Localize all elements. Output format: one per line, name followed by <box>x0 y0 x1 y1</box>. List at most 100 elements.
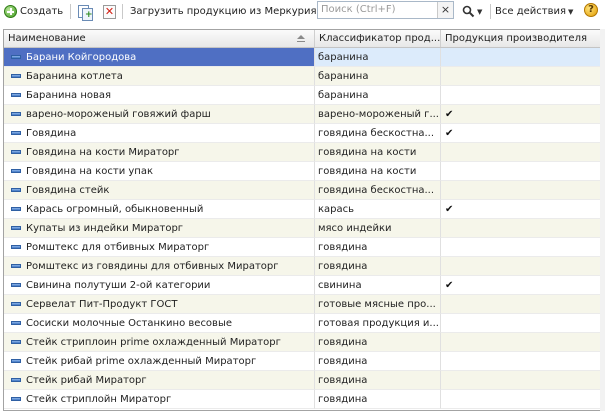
check-icon: ✔ <box>445 128 454 139</box>
cell-manufacturer-product <box>441 390 602 409</box>
row-item-icon <box>11 302 21 306</box>
cell-manufacturer-product <box>441 181 602 200</box>
table-row[interactable]: Стейк рибай prime охлажденный Мираторг го… <box>4 352 602 371</box>
column-header-classifier[interactable]: Классификатор прод... <box>315 30 441 47</box>
cell-name: варено-мороженый говяжий фарш <box>4 105 315 124</box>
find-button[interactable]: ▼ <box>462 2 482 21</box>
table-row[interactable]: Свинина полутуши 2-ой категории свинина ✔ <box>4 276 602 295</box>
create-button[interactable]: Создать <box>4 2 63 21</box>
chevron-down-icon: ▼ <box>477 7 483 16</box>
cell-name: Сосиски молочные Останкино весовые <box>4 314 315 333</box>
table-row[interactable]: Говядина говядина бескостна... ✔ <box>4 124 602 143</box>
table-row[interactable]: Ромштекс для отбивных Мираторг говядина <box>4 238 602 257</box>
cell-classifier: баранина <box>315 86 441 105</box>
products-table: Наименование Классификатор прод... Проду… <box>3 29 603 411</box>
delete-button[interactable]: ✕ <box>103 2 116 21</box>
delete-icon: ✕ <box>103 4 116 19</box>
cell-manufacturer-product <box>441 219 602 238</box>
cell-manufacturer-product <box>441 333 602 352</box>
cell-name: Сервелат Пит-Продукт ГОСТ <box>4 295 315 314</box>
cell-classifier: мясо индейки <box>315 219 441 238</box>
table-row[interactable]: Стейк стриплоин prime охлажденный Мирато… <box>4 333 602 352</box>
cell-name: Карась огромный, обыкновенный <box>4 200 315 219</box>
table-row[interactable]: Карась огромный, обыкновенный карась ✔ <box>4 200 602 219</box>
row-item-icon <box>11 340 21 344</box>
table-row[interactable]: Купаты из индейки Мираторг мясо индейки <box>4 219 602 238</box>
search-input[interactable]: Поиск (Ctrl+F) × <box>317 1 454 19</box>
chevron-down-icon: ▼ <box>568 7 574 16</box>
copy-icon: + <box>77 4 93 21</box>
table-row[interactable]: Баранина новая баранина <box>4 86 602 105</box>
sort-icon <box>297 35 305 42</box>
row-item-icon <box>11 245 21 249</box>
row-item-icon <box>11 112 21 116</box>
cell-classifier: говядина <box>315 352 441 371</box>
cell-name: Баранина новая <box>4 86 315 105</box>
cell-name: Купаты из индейки Мираторг <box>4 219 315 238</box>
cell-classifier: говядина <box>315 257 441 276</box>
cell-classifier: карась <box>315 200 441 219</box>
table-row[interactable]: Говядина на кости упак говядина на кости <box>4 162 602 181</box>
cell-classifier: варено-мороженый г... <box>315 105 441 124</box>
check-icon: ✔ <box>445 204 454 215</box>
search-clear-icon[interactable]: × <box>437 2 453 18</box>
create-icon <box>4 5 17 18</box>
row-item-icon <box>11 378 21 382</box>
cell-name: Говядина <box>4 124 315 143</box>
table-row[interactable]: Стейк рибай Мираторг говядина <box>4 371 602 390</box>
column-header-name[interactable]: Наименование <box>4 30 315 47</box>
help-icon[interactable]: ? <box>584 3 598 17</box>
row-item-icon <box>11 131 21 135</box>
cell-manufacturer-product <box>441 86 602 105</box>
cell-manufacturer-product <box>441 314 602 333</box>
cell-manufacturer-product: ✔ <box>441 124 602 143</box>
table-row[interactable]: Сервелат Пит-Продукт ГОСТ готовые мясные … <box>4 295 602 314</box>
table-header: Наименование Классификатор прод... Проду… <box>4 30 602 48</box>
cell-classifier: говядина <box>315 333 441 352</box>
cell-manufacturer-product <box>441 352 602 371</box>
cell-classifier: баранина <box>315 67 441 86</box>
check-icon: ✔ <box>445 280 454 291</box>
toolbar-separator <box>70 4 71 19</box>
row-item-icon <box>11 169 21 173</box>
cell-name: Ромштекс из говядины для отбивных Мирато… <box>4 257 315 276</box>
cell-name: Говядина на кости Мираторг <box>4 143 315 162</box>
all-actions-label: Все действия <box>495 6 566 17</box>
load-from-mercury-label: Загрузить продукцию из Меркурия <box>130 6 317 17</box>
table-row[interactable]: Ромштекс из говядины для отбивных Мирато… <box>4 257 602 276</box>
column-header-manufacturer-product[interactable]: Продукция производителя <box>441 30 602 47</box>
all-actions-button[interactable]: Все действия ▼ <box>495 2 573 21</box>
cell-manufacturer-product: ✔ <box>441 105 602 124</box>
cell-manufacturer-product <box>441 143 602 162</box>
copy-button[interactable]: + <box>77 2 93 21</box>
toolbar-separator <box>490 4 491 19</box>
table-row[interactable]: Барани Койгородова баранина <box>4 48 602 67</box>
cell-classifier: говядина на кости <box>315 143 441 162</box>
toolbar-separator <box>122 4 123 19</box>
load-from-mercury-button[interactable]: Загрузить продукцию из Меркурия <box>130 2 317 21</box>
table-row[interactable]: Говядина стейк говядина бескостна... <box>4 181 602 200</box>
row-item-icon <box>11 207 21 211</box>
table-row[interactable]: Стейк стриплойн Мираторг говядина <box>4 390 602 409</box>
table-row[interactable]: Баранина котлета баранина <box>4 67 602 86</box>
table-row[interactable]: Говядина на кости Мираторг говядина на ко… <box>4 143 602 162</box>
cell-manufacturer-product <box>441 238 602 257</box>
table-row[interactable]: варено-мороженый говяжий фарш варено-моро… <box>4 105 602 124</box>
cell-name: Говядина стейк <box>4 181 315 200</box>
cell-classifier: говядина <box>315 238 441 257</box>
table-row[interactable]: Сосиски молочные Останкино весовые готова… <box>4 314 602 333</box>
row-item-icon <box>11 283 21 287</box>
cell-manufacturer-product <box>441 162 602 181</box>
create-button-label: Создать <box>20 6 64 17</box>
cell-name: Ромштекс для отбивных Мираторг <box>4 238 315 257</box>
cell-name: Свинина полутуши 2-ой категории <box>4 276 315 295</box>
cell-classifier: свинина <box>315 276 441 295</box>
cell-manufacturer-product: ✔ <box>441 200 602 219</box>
row-item-icon <box>11 74 21 78</box>
scrollbar[interactable] <box>600 29 605 411</box>
cell-classifier: говядина бескостна... <box>315 181 441 200</box>
row-item-icon <box>11 359 21 363</box>
cell-classifier: говядина бескостна... <box>315 124 441 143</box>
cell-manufacturer-product <box>441 371 602 390</box>
cell-name: Говядина на кости упак <box>4 162 315 181</box>
